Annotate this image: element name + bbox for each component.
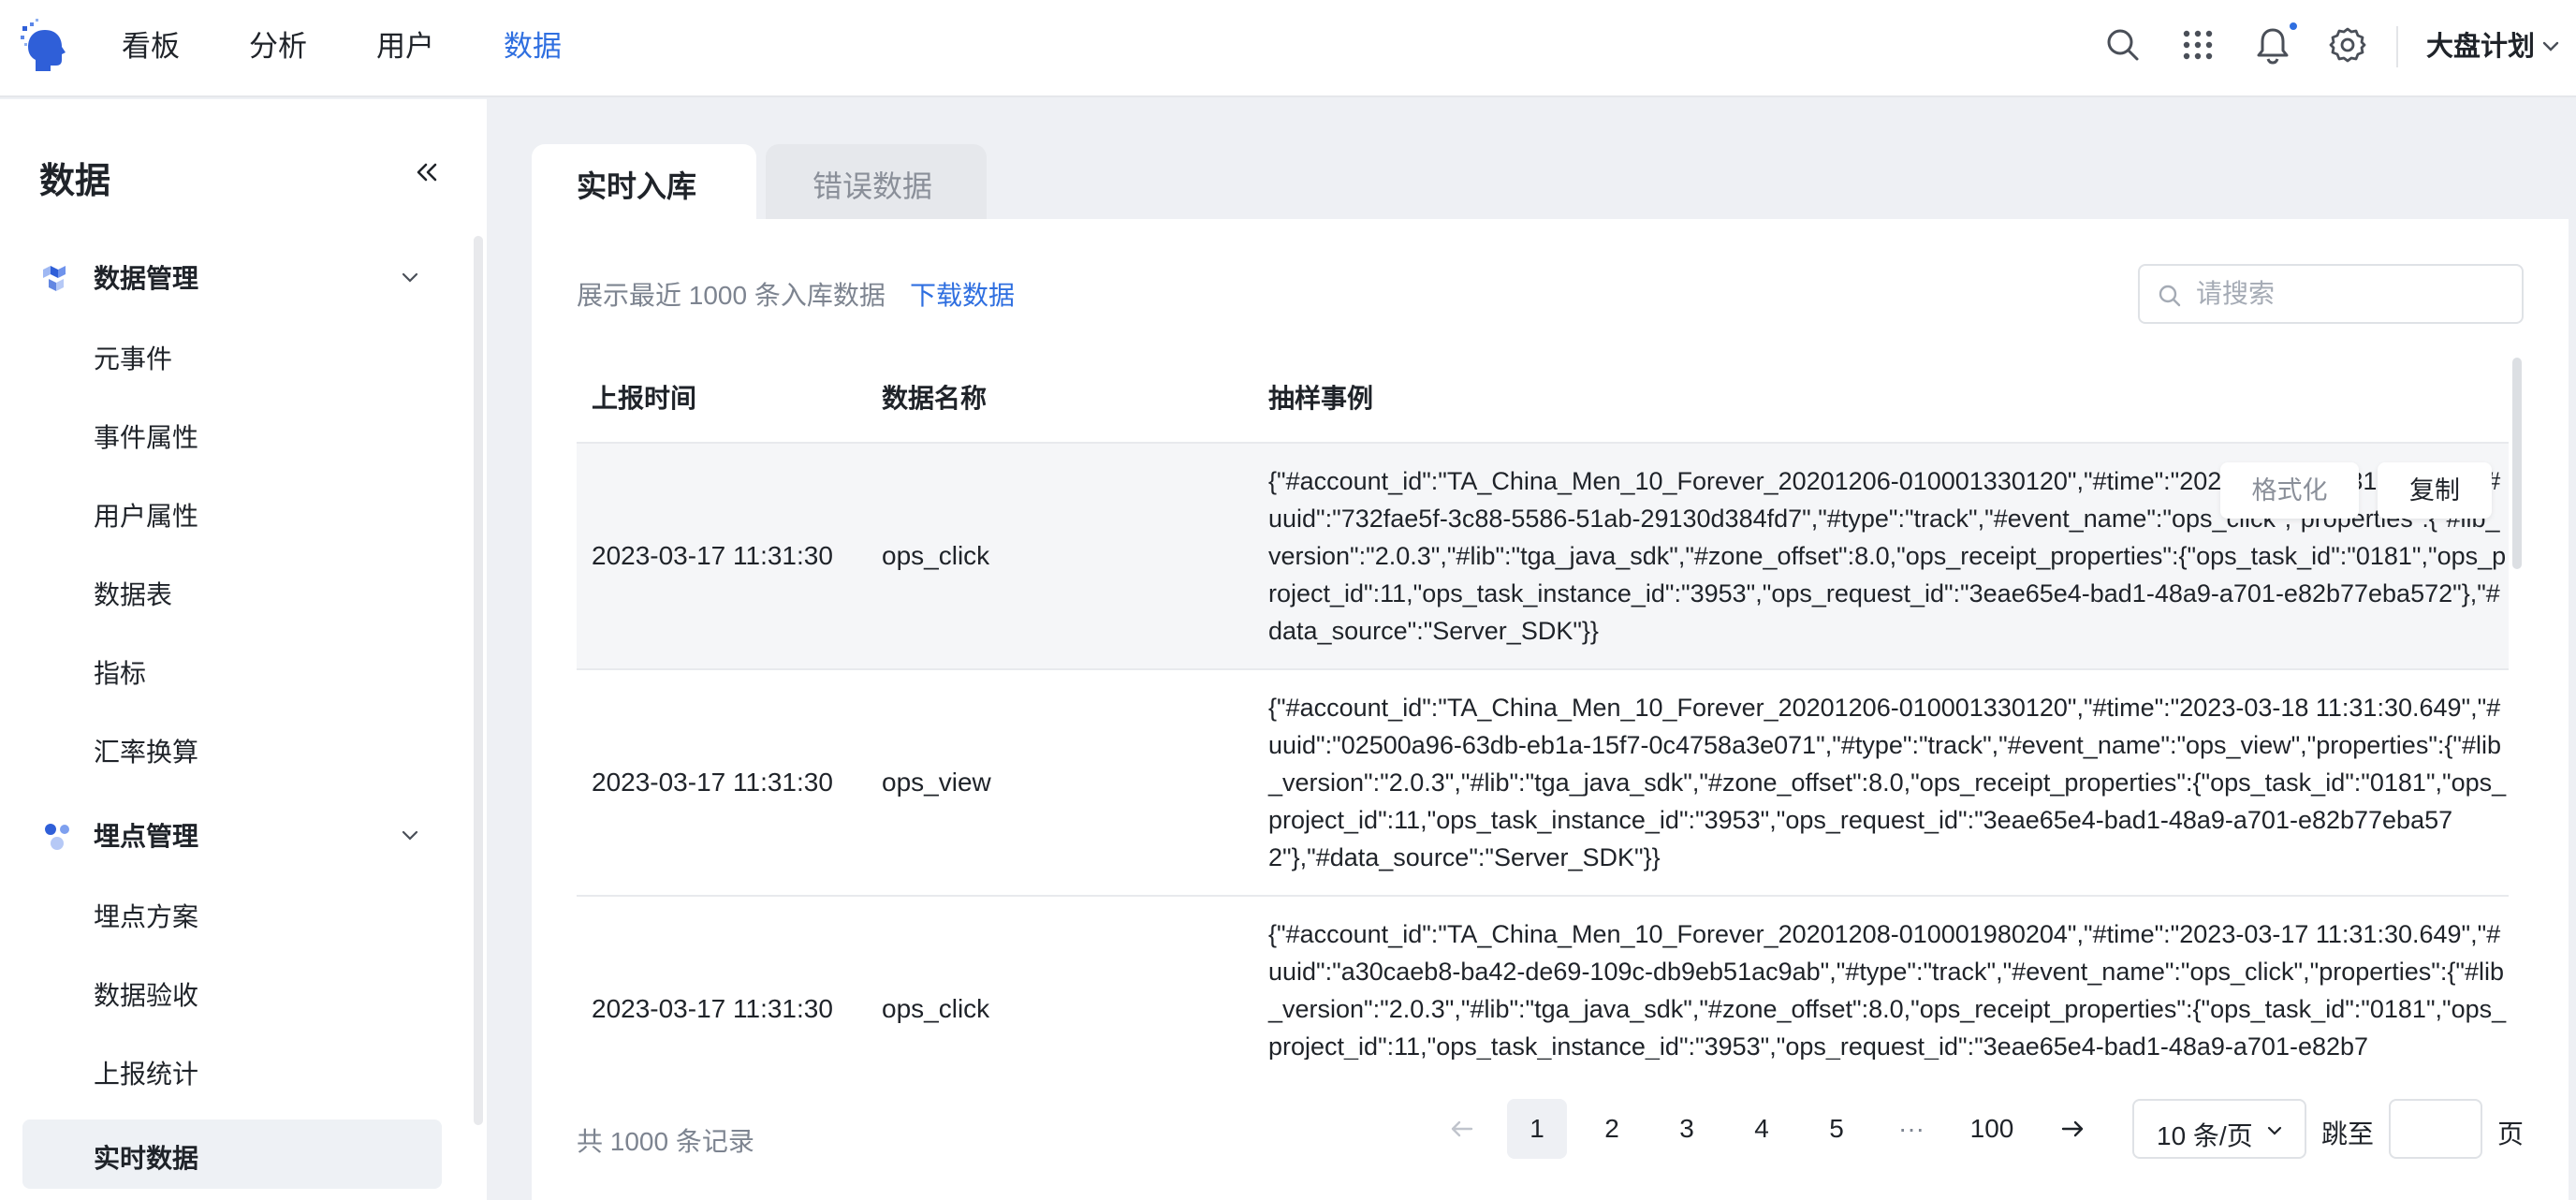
sidebar-item-event-properties[interactable]: 事件属性 xyxy=(22,399,442,468)
sidebar-item-label: 数据表 xyxy=(94,580,173,609)
sidebar-item-metrics[interactable]: 指标 xyxy=(22,635,442,704)
page-size-value: 10 条/页 xyxy=(2157,1121,2253,1150)
collapse-sidebar-icon[interactable] xyxy=(412,157,442,187)
sidebar-item-label: 用户属性 xyxy=(94,502,199,531)
dots-icon xyxy=(45,824,69,850)
cell-report-time: 2023-03-17 11:31:30 xyxy=(592,994,833,1023)
prev-page-arrow-icon[interactable] xyxy=(1447,1114,1477,1144)
search-icon[interactable] xyxy=(2102,24,2144,66)
page-button-100[interactable]: 100 xyxy=(1956,1099,2027,1159)
tab-error-data[interactable]: 错误数据 xyxy=(766,144,987,219)
sidebar-item-report-statistics[interactable]: 上报统计 xyxy=(22,1035,442,1105)
sidebar-group-tracking-management[interactable]: 埋点管理 xyxy=(39,807,432,863)
sidebar-item-exchange-rate[interactable]: 汇率换算 xyxy=(22,713,442,783)
topbar-divider xyxy=(2396,26,2398,67)
total-records: 共 1000 条记录 xyxy=(577,1127,754,1156)
page-button-2[interactable]: 2 xyxy=(1582,1099,1642,1159)
format-button[interactable]: 格式化 xyxy=(2220,462,2359,519)
search-input[interactable] xyxy=(2196,275,2505,313)
table-row[interactable]: 2023-03-17 11:31:30 ops_click {"#account… xyxy=(577,442,2509,668)
sidebar-item-label: 埋点方案 xyxy=(94,902,199,931)
sidebar-item-tracking-plan[interactable]: 埋点方案 xyxy=(22,878,442,947)
tab-label: 错误数据 xyxy=(812,169,933,203)
cell-sample: {"#account_id":"TA_China_Men_10_Forever_… xyxy=(1268,920,2507,1060)
chevron-down-icon xyxy=(2267,1126,2282,1135)
page-button-3[interactable]: 3 xyxy=(1657,1099,1717,1159)
cell-data-name: ops_view xyxy=(882,768,991,797)
sidebar-group-label: 埋点管理 xyxy=(94,822,199,851)
chevron-down-icon[interactable] xyxy=(399,824,421,846)
sidebar-item-label: 元事件 xyxy=(94,344,173,373)
apps-grid-icon[interactable] xyxy=(2177,24,2218,66)
search-icon xyxy=(2159,285,2181,307)
sidebar-title: 数据 xyxy=(39,162,111,201)
search-box[interactable] xyxy=(2138,264,2524,324)
page-button-4[interactable]: 4 xyxy=(1732,1099,1792,1159)
table-scrollbar[interactable] xyxy=(2512,358,2522,569)
page-button-1[interactable]: 1 xyxy=(1507,1099,1567,1159)
sidebar-group-data-management[interactable]: 数据管理 xyxy=(39,249,432,305)
next-page-arrow-icon[interactable] xyxy=(2057,1114,2087,1144)
page-button-5[interactable]: 5 xyxy=(1807,1099,1866,1159)
sidebar: 数据 数据管理 元事件 事件属性 用户属性 数据表 指标 汇率换算 埋点管理 埋… xyxy=(0,99,487,1200)
notification-bell-icon[interactable] xyxy=(2252,24,2293,66)
brain-logo-icon[interactable] xyxy=(17,17,77,77)
jump-to-page-input[interactable] xyxy=(2389,1099,2482,1159)
sidebar-item-label: 实时数据 xyxy=(94,1144,199,1173)
top-navigation-bar: 看板 分析 用户 数据 大盘计划 xyxy=(0,0,2576,97)
download-data-link[interactable]: 下载数据 xyxy=(910,275,1015,313)
settings-gear-icon[interactable] xyxy=(2327,24,2368,66)
sidebar-item-label: 汇率换算 xyxy=(94,738,199,767)
nav-item-data[interactable]: 数据 xyxy=(504,26,562,67)
chevron-down-icon[interactable] xyxy=(2540,36,2561,56)
table-row[interactable]: 2023-03-17 11:31:30 ops_view {"#account_… xyxy=(577,668,2509,895)
project-selector[interactable]: 大盘计划 xyxy=(2426,26,2535,67)
info-text: 展示最近 1000 条入库数据 xyxy=(577,281,886,310)
cell-sample: {"#account_id":"TA_China_Men_10_Forever_… xyxy=(1268,694,2507,871)
sidebar-item-label: 上报统计 xyxy=(94,1060,199,1089)
nav-item-dashboard[interactable]: 看板 xyxy=(122,26,180,67)
nav-item-users[interactable]: 用户 xyxy=(376,26,434,67)
cell-report-time: 2023-03-17 11:31:30 xyxy=(592,768,833,797)
sidebar-item-data-tables[interactable]: 数据表 xyxy=(22,556,442,625)
sidebar-item-user-properties[interactable]: 用户属性 xyxy=(22,477,442,547)
cell-data-name: ops_click xyxy=(882,541,990,570)
sidebar-group-label: 数据管理 xyxy=(94,264,199,293)
page-unit-label: 页 xyxy=(2497,1120,2525,1149)
sidebar-item-label: 数据验收 xyxy=(94,981,199,1010)
page-size-select[interactable]: 10 条/页 xyxy=(2132,1099,2306,1159)
table-row[interactable]: 2023-03-17 11:31:30 ops_click {"#account… xyxy=(577,895,2509,1060)
tab-realtime-ingest[interactable]: 实时入库 xyxy=(532,144,756,219)
sidebar-item-label: 事件属性 xyxy=(94,423,199,452)
column-header-report-time[interactable]: 上报时间 xyxy=(592,378,696,416)
notification-badge xyxy=(2288,21,2299,32)
chevron-down-icon[interactable] xyxy=(399,266,421,288)
sidebar-item-data-acceptance[interactable]: 数据验收 xyxy=(22,957,442,1026)
cell-data-name: ops_click xyxy=(882,994,990,1023)
page-ellipsis[interactable]: ··· xyxy=(1881,1099,1941,1159)
sidebar-item-label: 指标 xyxy=(94,659,147,688)
cell-report-time: 2023-03-17 11:31:30 xyxy=(592,541,833,570)
nav-item-analysis[interactable]: 分析 xyxy=(249,26,307,67)
jump-to-label: 跳至 xyxy=(2321,1120,2375,1149)
sidebar-item-meta-events[interactable]: 元事件 xyxy=(22,320,442,389)
cubes-icon xyxy=(43,266,66,291)
sidebar-scrollbar[interactable] xyxy=(474,236,483,1125)
column-header-data-name[interactable]: 数据名称 xyxy=(882,378,987,416)
tab-label: 实时入库 xyxy=(577,169,697,203)
sidebar-item-realtime-data[interactable]: 实时数据 xyxy=(22,1120,442,1189)
column-header-sample[interactable]: 抽样事例 xyxy=(1268,378,1373,416)
copy-button[interactable]: 复制 xyxy=(2378,462,2492,519)
